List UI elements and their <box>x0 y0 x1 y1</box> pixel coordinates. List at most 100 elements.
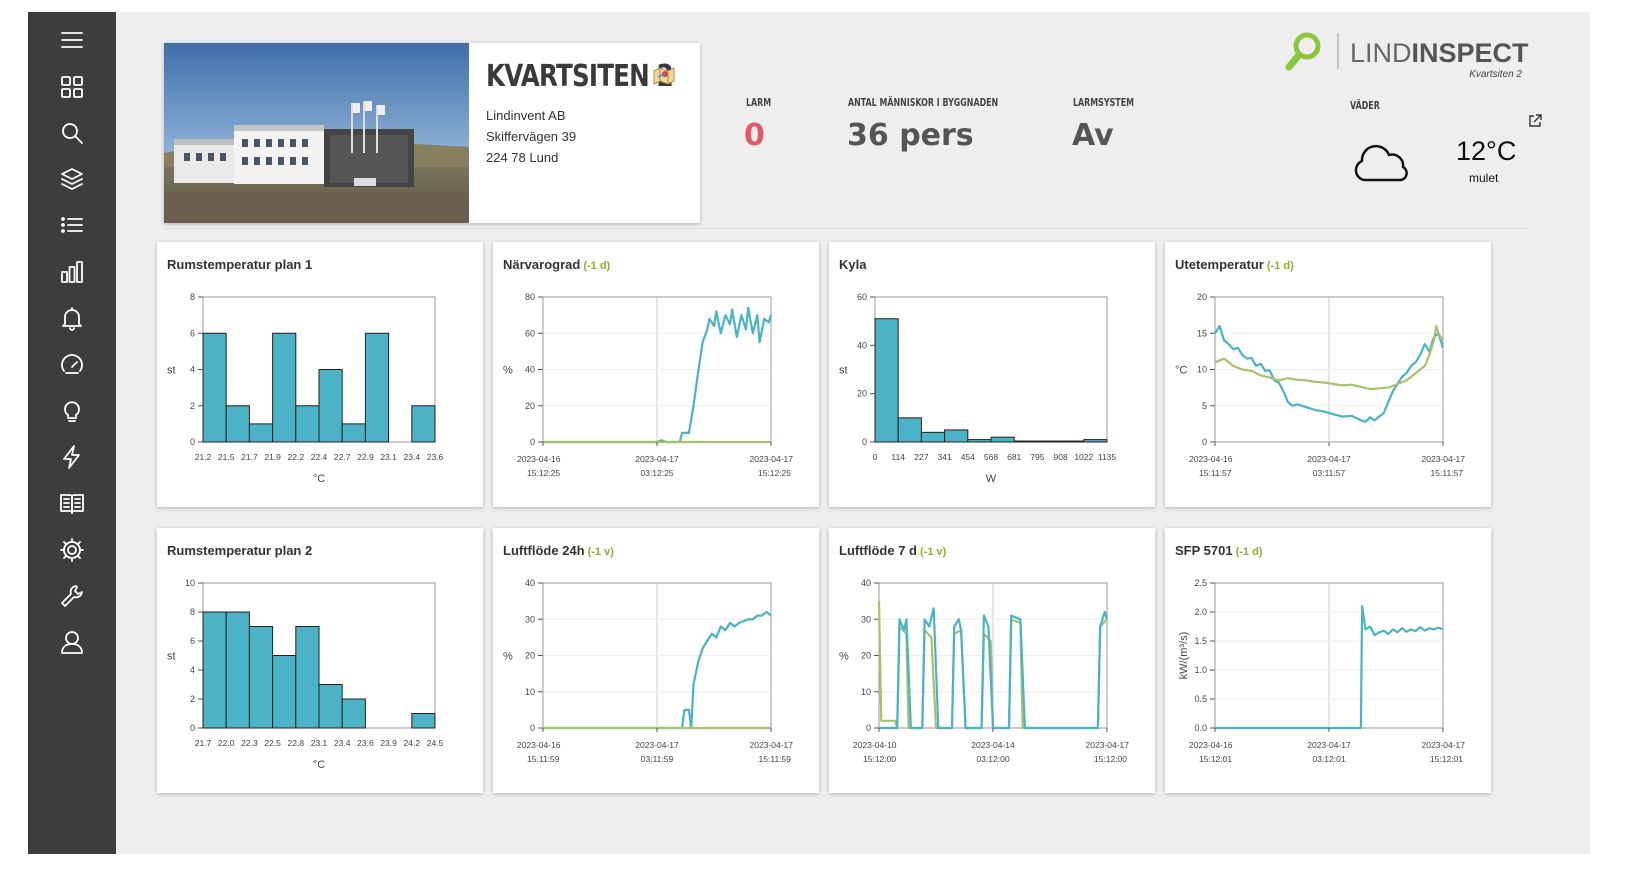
bar-chart-icon[interactable] <box>52 254 92 290</box>
chart-utetemperatur: 0 5 10 15 20 °C 2023-04-16 15:11:57 2023-04-17 03… <box>1175 292 1465 478</box>
chart-narvarograd: 0 20 40 60 80% 2023-04-16 15:12:25 2023-04-17 03… <box>503 292 794 478</box>
divider <box>164 228 1528 229</box>
y-tick-label: 30 <box>861 614 871 624</box>
x-tick-label-time: 03:12:25 <box>640 468 673 478</box>
grid-icon[interactable] <box>52 69 92 105</box>
wrench-icon[interactable] <box>52 578 92 614</box>
panel-kyla[interactable]: 0 20 40 60 st 0 114 227 341 454 568 681 795 908 1022 11… <box>829 242 1155 507</box>
x-tick-label: 24.2 <box>404 738 421 748</box>
chart-rumstemperatur-plan-1: 0 2 4 6 8 st 21.2 21.5 21.7 21.9 22.2 22.4 22.7 22.9 2… <box>167 292 444 485</box>
x-tick-label: 0 <box>873 452 878 462</box>
x-tick-label-time: 15:12:00 <box>1094 754 1127 764</box>
panel-sfp-5701[interactable]: 0.0 0.5 1.0 1.5 2.0 2.5 kW/(m³/s) 2023-04-16 15:… <box>1165 528 1491 793</box>
bell-icon[interactable] <box>52 300 92 336</box>
x-tick-label: 23.6 <box>357 738 374 748</box>
svg-text:LINDINSPECT: LINDINSPECT <box>1350 38 1529 68</box>
gauge-icon[interactable] <box>52 347 92 383</box>
y-axis-label: st <box>839 365 848 377</box>
lightning-icon[interactable] <box>52 439 92 475</box>
panel-title: Kyla <box>839 257 867 272</box>
x-tick-label: 21.5 <box>218 452 235 462</box>
x-tick-label: 22.4 <box>311 452 328 462</box>
panel-title: SFP 5701 (-1 d) <box>1175 543 1263 558</box>
x-tick-label: 22.7 <box>334 452 351 462</box>
panel-narvarograd[interactable]: 0 20 40 60 80% 2023-04-16 15:12:25 2023-04-17 03… <box>493 242 819 507</box>
x-tick-label-date: 2023-04-16 <box>1189 740 1233 750</box>
x-tick-label-time: 03:12:00 <box>976 754 1009 764</box>
gear-icon[interactable] <box>52 532 92 568</box>
x-tick-label: 1022 <box>1074 452 1093 462</box>
hamburger-icon[interactable] <box>52 22 92 58</box>
x-tick-label: 681 <box>1007 452 1021 462</box>
x-tick-label: 908 <box>1054 452 1068 462</box>
app-window: KVARTSITEN 2 Lindinvent AB Skiffervägen … <box>28 12 1590 854</box>
y-tick-label: 8 <box>190 607 195 617</box>
x-tick-label-time: 15:12:00 <box>863 754 896 764</box>
user-icon[interactable] <box>52 624 92 660</box>
histogram-bar <box>341 698 366 729</box>
x-tick-label-time: 15:11:57 <box>1431 468 1464 478</box>
y-tick-label: 8 <box>190 292 195 302</box>
x-tick-label-time: 15:12:25 <box>758 468 791 478</box>
list-icon[interactable] <box>52 207 92 243</box>
panel-rumstemperatur-plan-2[interactable]: 0 2 4 6 8 10 st 21.7 22.0 22.3 22.5 22.8 23.1 23.4 23.… <box>157 528 483 793</box>
x-tick-label-time: 15:12:25 <box>527 468 560 478</box>
x-tick-label-time: 15:11:59 <box>759 754 792 764</box>
x-axis-label: W <box>986 473 997 485</box>
y-tick-label: 4 <box>190 365 195 375</box>
x-tick-label-date: 2023-04-17 <box>1307 454 1351 464</box>
chart-luftflode-7d: 0 10 20 30 40% 2023-04-10 15:12:00 2023-04-14 03… <box>839 578 1129 764</box>
x-tick-label: 114 <box>891 452 905 462</box>
larm-value[interactable]: 0 <box>744 118 765 153</box>
panel-title: Utetemperatur (-1 d) <box>1175 257 1294 272</box>
y-tick-label: 10 <box>1197 365 1207 375</box>
histogram-bar <box>225 405 250 443</box>
histogram-bar <box>411 713 436 729</box>
panel-title: Luftflöde 7 d (-1 v) <box>839 543 947 558</box>
panel-luftflode-7d[interactable]: 0 10 20 30 40% 2023-04-10 15:12:00 2023-04-14 03… <box>829 528 1155 793</box>
x-axis-label: °C <box>313 473 325 485</box>
y-tick-label: 20 <box>857 389 867 399</box>
y-tick-label: 2 <box>190 401 195 411</box>
lightbulb-icon[interactable] <box>52 393 92 429</box>
x-tick-label: 341 <box>938 452 952 462</box>
panel-title: Rumstemperatur plan 2 <box>167 543 313 558</box>
y-axis-label: °C <box>1175 365 1187 377</box>
external-link-icon[interactable] <box>1528 114 1542 128</box>
x-tick-label: 24.5 <box>427 738 444 748</box>
histogram-bar <box>272 332 297 443</box>
y-tick-label: 10 <box>185 578 195 588</box>
panel-rumstemperatur-plan-1[interactable]: 0 2 4 6 8 st 21.2 21.5 21.7 21.9 22.2 22.4 22.7 22.9 2… <box>157 242 483 507</box>
logo-text-light: LIND <box>1350 38 1412 68</box>
x-tick-label: 22.3 <box>241 738 258 748</box>
x-tick-label-time: 15:11:57 <box>1199 468 1232 478</box>
x-tick-label: 23.4 <box>404 452 421 462</box>
x-tick-label: 23.4 <box>334 738 351 748</box>
x-tick-label-date: 2023-04-17 <box>750 454 794 464</box>
book-icon[interactable] <box>52 485 92 521</box>
weather-description: mulet <box>1469 171 1499 185</box>
histogram-bar <box>990 436 1015 443</box>
y-tick-label: 1.0 <box>1194 665 1207 675</box>
x-tick-label-time: 03:11:57 <box>1313 468 1346 478</box>
histogram-bar <box>1036 440 1062 443</box>
histogram-bar <box>874 318 899 443</box>
y-tick-label: 40 <box>861 578 871 588</box>
layers-icon[interactable] <box>52 161 92 197</box>
building-card[interactable]: KVARTSITEN 2 Lindinvent AB Skiffervägen … <box>164 43 700 223</box>
y-tick-label: 0 <box>1202 437 1207 447</box>
panel-title: Rumstemperatur plan 1 <box>167 257 313 272</box>
x-tick-label: 21.7 <box>241 452 258 462</box>
search-icon[interactable] <box>52 115 92 151</box>
y-tick-label: 60 <box>857 292 867 302</box>
building-title: KVARTSITEN 2 <box>486 59 674 94</box>
y-tick-label: 40 <box>525 365 535 375</box>
map-icon[interactable] <box>652 65 676 87</box>
panel-utetemperatur[interactable]: 0 5 10 15 20 °C 2023-04-16 15:11:57 2023-04-17 03… <box>1165 242 1491 507</box>
x-tick-label: 568 <box>984 452 998 462</box>
histogram-bar <box>341 423 366 443</box>
y-tick-label: 0 <box>190 437 195 447</box>
y-tick-label: 20 <box>861 651 871 661</box>
x-tick-label: 21.2 <box>195 452 212 462</box>
panel-luftflode-24h[interactable]: 0 10 20 30 40% 2023-04-16 15:11:59 2023-04-17 03… <box>493 528 819 793</box>
